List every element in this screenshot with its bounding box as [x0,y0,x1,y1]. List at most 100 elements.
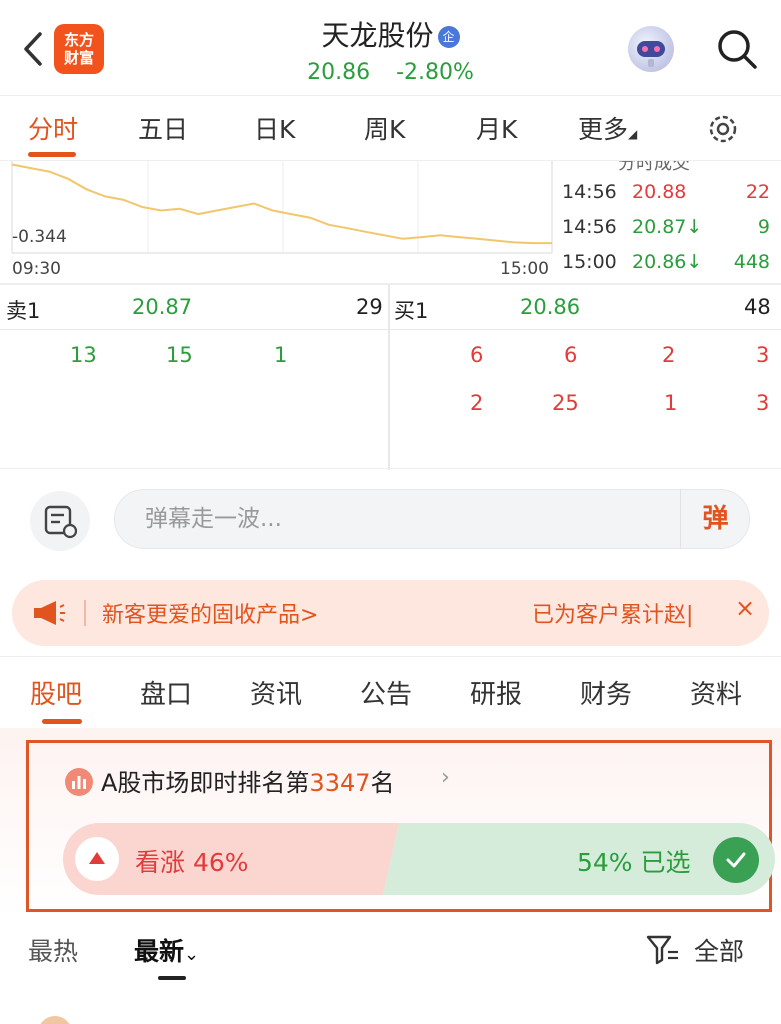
filter-icon [646,935,678,965]
current-price: 20.86 [307,60,371,85]
y-axis-label: -0.344 [12,227,67,247]
triangle-up-icon [89,852,105,864]
buy1-volume: 48 [744,295,771,319]
sell1-price: 20.87 [132,295,193,319]
tab-intraday[interactable]: 分时 [28,110,78,146]
post-list-preview [0,988,781,1024]
intraday-chart: -0.344 09:30 15:00 分时成交 - 14:56 20.88 22… [0,161,781,283]
tab-monthly-k[interactable]: 月K [476,110,517,146]
section-tab-bar: 股吧 盘口 资讯 公告 研报 财务 资料 [0,656,781,728]
danmaku-send-label: 弹 [702,504,729,534]
buy-detail: 6 [564,343,578,367]
danmaku-input[interactable]: 弹幕走一波... [114,489,750,549]
active-tab-indicator [28,152,76,157]
tab-announcements[interactable]: 公告 [360,674,412,711]
x-axis-end: 15:00 [500,259,549,279]
trade-volume: 448 [733,251,770,273]
sort-hottest[interactable]: 最热 [28,932,78,968]
post-sort-bar: 最热 最新⌄ 全部 [0,918,781,988]
active-sort-indicator [158,976,186,980]
sell-detail: 15 [166,343,193,367]
buy-detail: 3 [756,343,770,367]
chart-settings-button[interactable] [704,110,742,148]
promo-scroll-text: 已为客户累计赵| [532,603,694,628]
x-axis-start: 09:30 [12,259,61,279]
chart-tab-bar: 分时 五日 日K 周K 月K 更多◢ [0,95,781,161]
promo-divider [84,600,86,626]
buy1-price: 20.86 [520,295,581,319]
trade-time: 14:56 [562,216,617,238]
sell1-label: 卖1 [6,299,41,323]
sort-newest-label: 最新 [134,937,185,966]
sell-detail: 1 [274,343,288,367]
buy-detail: 25 [552,391,579,415]
bearish-label: 54% 已选 [577,848,691,877]
active-tab-indicator [42,719,82,724]
bullish-label: 看涨 46% [135,848,249,877]
trade-row: 14:56 20.88 22 [562,181,770,211]
checkmark-icon [726,852,746,868]
trade-row: 15:00 20.86↓ 448 [562,251,770,281]
tab-news[interactable]: 资讯 [250,674,302,711]
filter-label: 全部 [694,937,745,966]
trade-price: 20.88 [632,181,687,203]
tab-profile[interactable]: 资料 [690,674,742,711]
buy1-label: 买1 [394,299,429,323]
trades-list[interactable]: 分时成交 - 14:56 20.88 22 14:56 20.87↓ 9 15:… [556,161,781,283]
market-rank-link[interactable]: A股市场即时排名第3347名 [101,763,395,798]
trade-volume: 9 [757,216,770,238]
filter-button[interactable]: 全部 [646,930,756,970]
triangle-down-icon: ◢ [628,127,638,141]
tab-guba[interactable]: 股吧 [30,674,82,711]
tab-five-day[interactable]: 五日 [138,110,188,146]
gear-icon [709,115,737,143]
robot-avatar-icon[interactable] [628,26,674,72]
danmaku-send-button[interactable]: 弹 [680,489,750,549]
tab-weekly-k[interactable]: 周K [364,110,405,146]
tab-finance[interactable]: 财务 [580,674,632,711]
enterprise-badge: 企 [437,26,460,48]
sentiment-panel: A股市场即时排名第3347名 › 看涨 46% 54% 已选 [0,728,781,918]
rank-suffix: 名 [370,769,395,797]
bearish-selected-button[interactable] [713,837,759,883]
trades-title-dash: - [732,161,739,170]
promo-banner[interactable]: 新客更爱的固收产品> 已为客户累计赵| × [12,580,769,646]
trades-title: 分时成交 [618,161,690,174]
rank-prefix: A股市场即时排名第 [101,769,310,797]
close-icon[interactable]: × [730,594,760,630]
buy-detail: 1 [664,391,678,415]
buy-detail: 2 [470,391,484,415]
order-book: 卖1 20.87 29 买1 20.86 48 13 15 1 6 6 2 3 … [0,283,781,470]
megaphone-icon [34,601,65,625]
change-percent: -2.80% [396,60,474,85]
tab-pankou[interactable]: 盘口 [140,674,192,711]
tab-more-label: 更多 [578,115,629,144]
trade-volume: 22 [745,181,770,203]
price-line-chart [11,161,553,254]
bullish-button[interactable] [75,837,119,881]
orderbook-divider [388,285,390,470]
sort-newest[interactable]: 最新⌄ [134,932,199,968]
danmaku-settings-button[interactable] [30,491,90,551]
stock-name: 天龙股份 [321,19,434,52]
orderbook-row-divider [0,329,781,330]
sell-detail: 13 [70,343,97,367]
tab-daily-k[interactable]: 日K [254,110,295,146]
sell1-volume: 29 [356,295,383,319]
tab-research[interactable]: 研报 [470,674,522,711]
promo-text[interactable]: 新客更爱的固收产品> [102,597,318,629]
buy-detail: 6 [470,343,484,367]
tab-more[interactable]: 更多◢ [578,110,637,146]
chevron-down-icon: ⌄ [184,944,200,965]
trade-price: 20.87↓ [632,216,703,238]
buy-detail: 2 [662,343,676,367]
rank-number: 3347 [309,769,371,797]
trade-time: 15:00 [562,251,617,273]
rank-chart-icon [65,768,93,796]
price-line [11,163,552,245]
buy-detail: 3 [756,391,770,415]
avatar[interactable] [38,1016,72,1024]
top-header: 东方 财富 天龙股份企 20.86 -2.80% [0,0,781,95]
chevron-right-icon: › [441,765,450,790]
search-button[interactable] [714,26,760,72]
